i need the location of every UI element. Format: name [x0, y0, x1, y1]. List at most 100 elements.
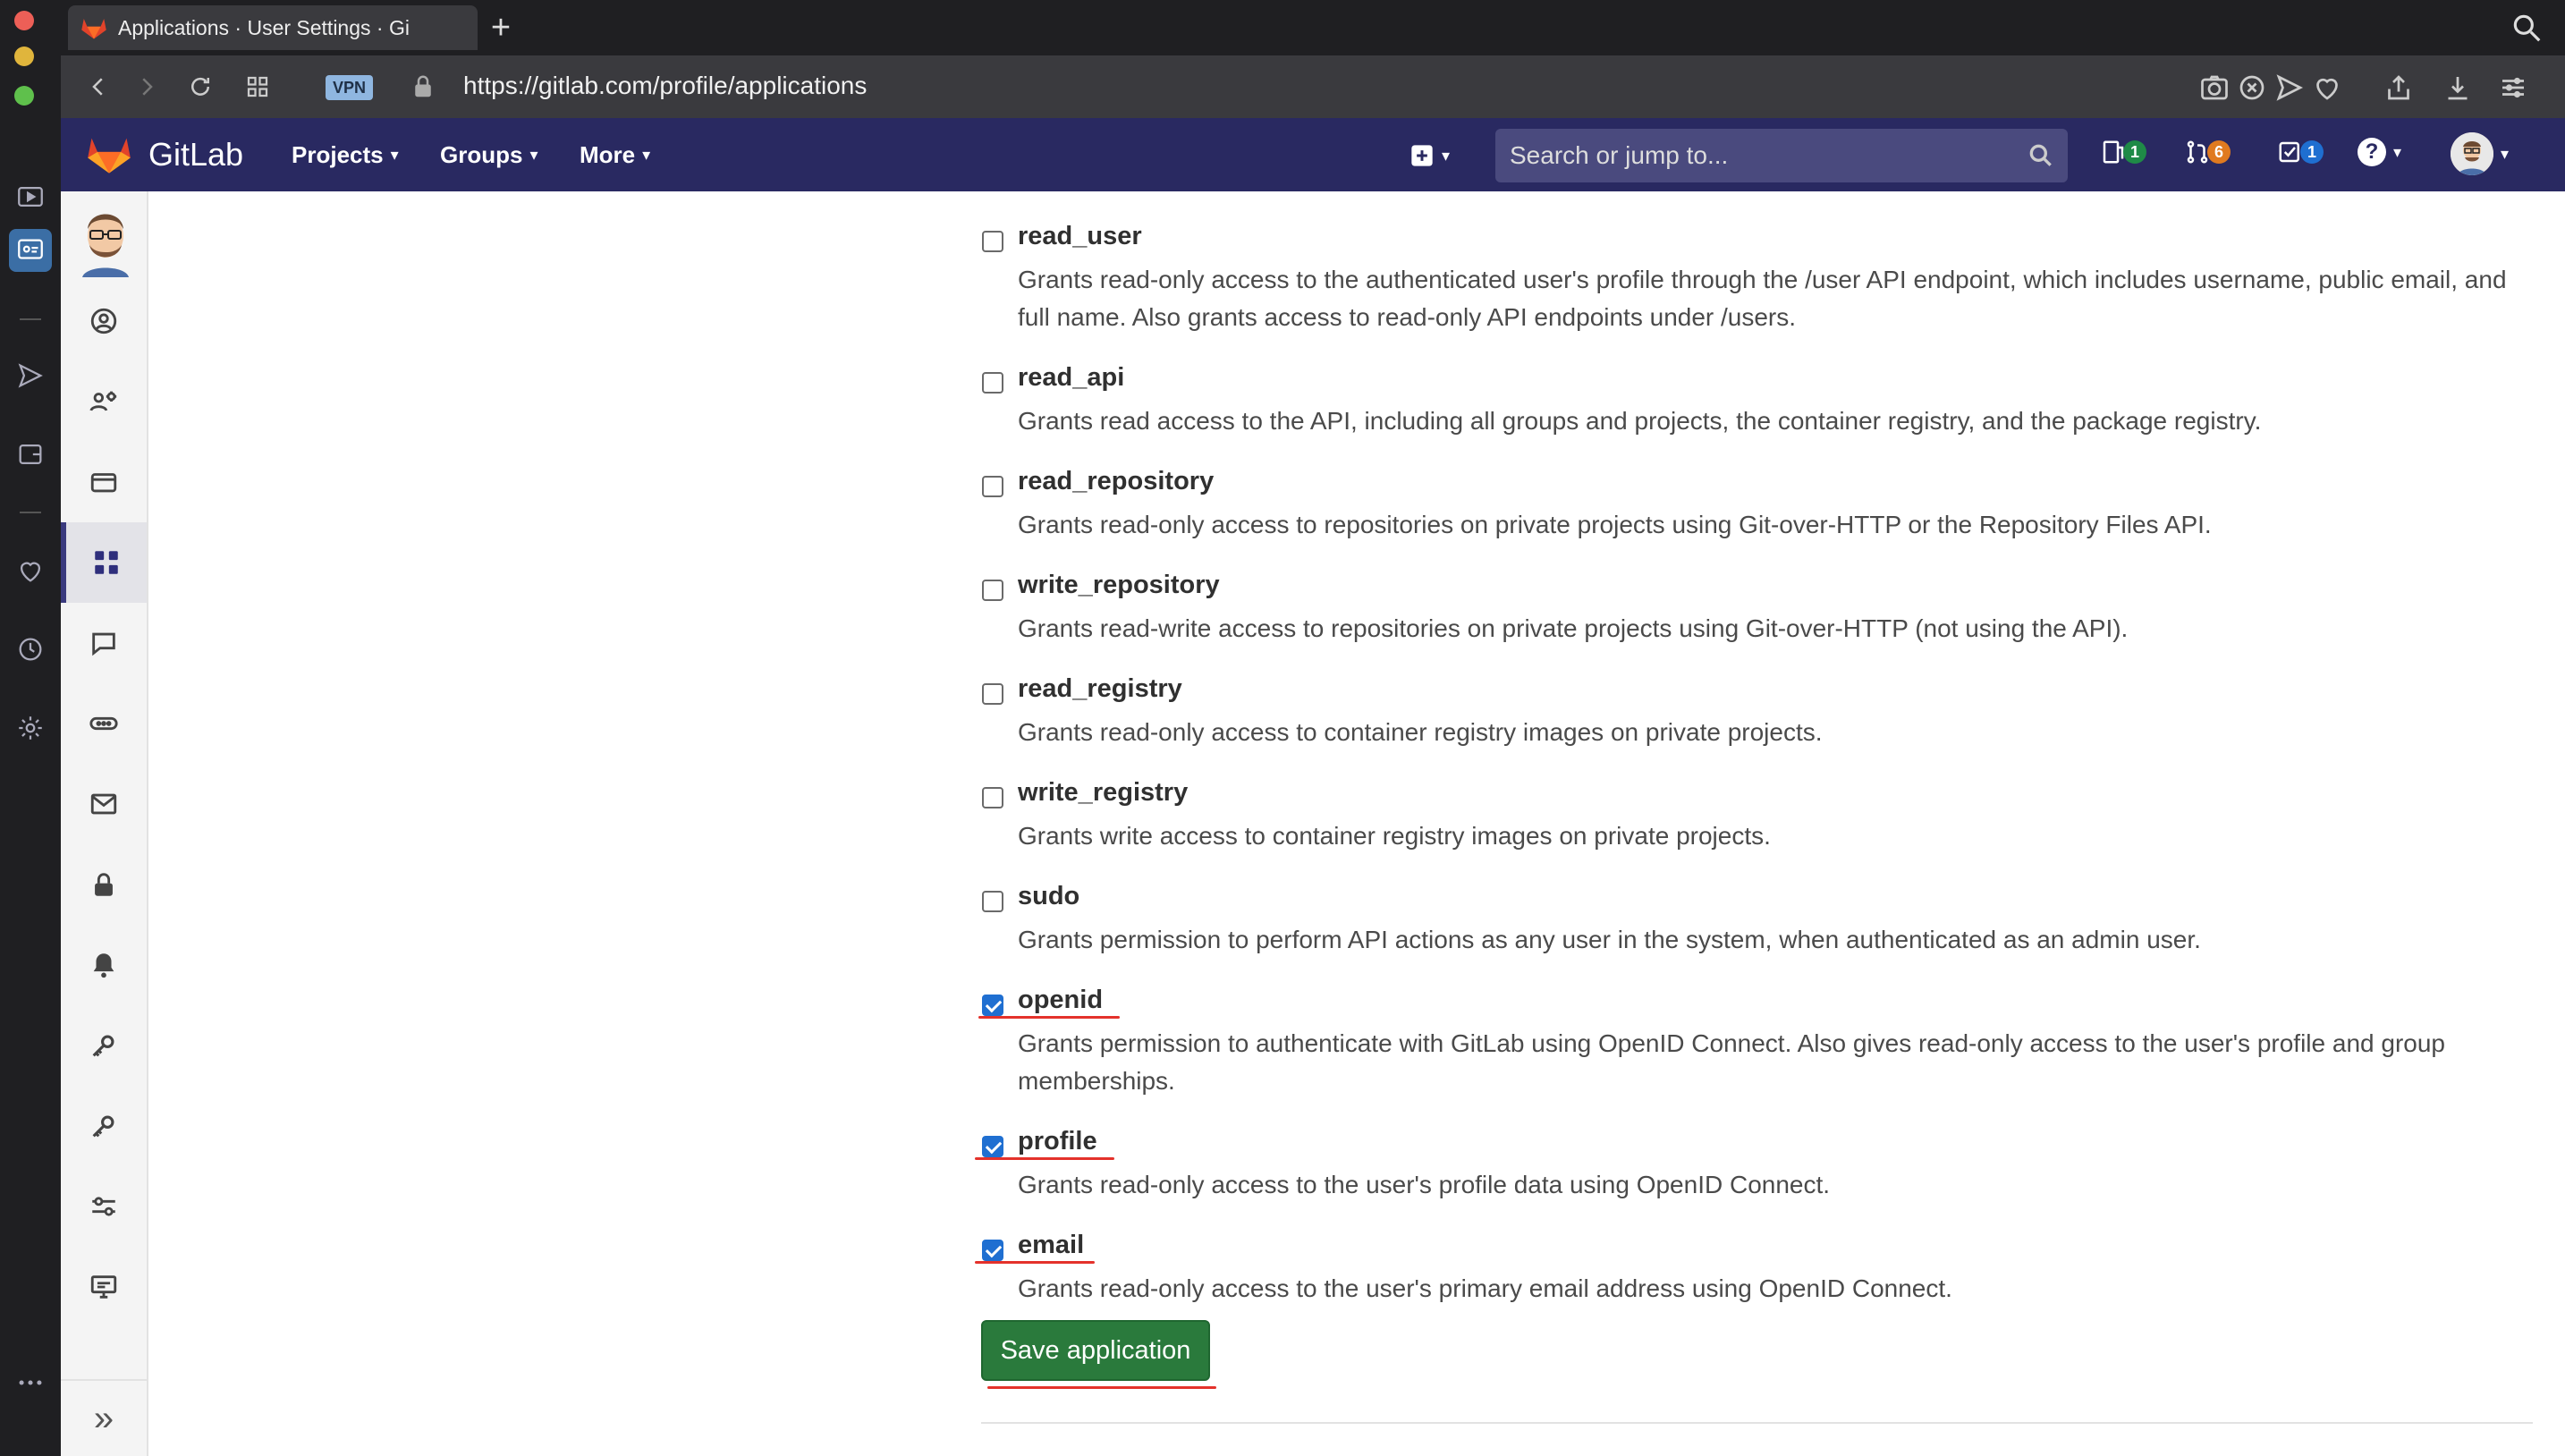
browser-sidebar	[0, 0, 61, 1456]
more-menu[interactable]: More ▾	[580, 141, 650, 169]
scope-label[interactable]: email	[1018, 1231, 1084, 1260]
monitor-icon	[90, 1275, 117, 1299]
adblock-icon[interactable]	[2236, 72, 2268, 104]
scope-checkbox[interactable]	[982, 372, 1003, 394]
annotation-underline	[975, 1261, 1095, 1264]
wallet-icon[interactable]	[9, 433, 52, 476]
sidebar-item-chat[interactable]	[61, 603, 147, 683]
sidebar-item-billing[interactable]	[61, 442, 147, 522]
sidebar-item-active-sessions[interactable]	[61, 1247, 147, 1327]
scope-label[interactable]: read_registry	[1018, 674, 1182, 704]
scope-label[interactable]: profile	[1018, 1127, 1097, 1156]
preferences-icon	[92, 1197, 115, 1216]
send-icon[interactable]	[9, 354, 52, 397]
settings-icon[interactable]	[9, 707, 52, 749]
help-dropdown[interactable]: ? ▾	[2358, 138, 2401, 166]
settings-sidebar: »	[61, 191, 148, 1456]
scope-description: Grants read-only access to the user's pr…	[1018, 1274, 1952, 1302]
scope-label[interactable]: write_registry	[1018, 778, 1188, 808]
send-to-flow-icon[interactable]	[2273, 72, 2306, 104]
user-settings-icon	[89, 391, 117, 411]
issues-badge: 1	[2123, 140, 2146, 164]
annotation-underline	[987, 1386, 1216, 1389]
bookmark-heart-icon[interactable]	[2311, 72, 2343, 104]
sidebar-item-gpg-keys[interactable]	[61, 1086, 147, 1166]
groups-menu-label: Groups	[440, 141, 523, 168]
minimize-window-button[interactable]	[14, 47, 34, 66]
chevron-down-icon: ▾	[390, 146, 399, 164]
url-field[interactable]: https://gitlab.com/profile/applications	[463, 72, 867, 100]
share-icon[interactable]	[2383, 72, 2415, 104]
scope-checkbox[interactable]	[982, 1240, 1003, 1261]
scope-checkbox[interactable]	[982, 1136, 1003, 1157]
save-application-button[interactable]: Save application	[981, 1320, 1210, 1381]
scope-checkbox[interactable]	[982, 995, 1003, 1016]
zoom-window-button[interactable]	[14, 86, 34, 106]
scope-label[interactable]: openid	[1018, 986, 1103, 1015]
key-icon	[92, 1035, 114, 1057]
sidebar-item-applications[interactable]	[61, 522, 147, 603]
history-icon[interactable]	[9, 628, 52, 671]
scope-checkbox[interactable]	[982, 891, 1003, 912]
scope-checkbox[interactable]	[982, 580, 1003, 601]
scope-checkbox[interactable]	[982, 787, 1003, 808]
heart-icon[interactable]	[9, 549, 52, 592]
vpn-badge[interactable]: VPN	[326, 75, 374, 100]
search-icon[interactable]	[2027, 141, 2055, 170]
sidebar-item-access-tokens[interactable]	[61, 683, 147, 764]
scope-label[interactable]: sudo	[1018, 882, 1079, 911]
scope-checkbox[interactable]	[982, 231, 1003, 252]
scope-description: Grants write access to container registr…	[1018, 822, 1771, 850]
scope-description: Grants read-only access to repositories …	[1018, 511, 2212, 538]
scope-label[interactable]: read_repository	[1018, 467, 1214, 496]
gitlab-brand[interactable]: GitLab	[148, 136, 243, 174]
search-box[interactable]	[1495, 129, 2068, 182]
new-tab-button[interactable]: +	[483, 11, 519, 47]
scope-description: Grants read-only access to the authentic…	[1018, 266, 2507, 331]
screen: Applications · User Settings · Gi + VPN …	[0, 0, 2565, 1456]
projects-menu[interactable]: Projects ▾	[292, 141, 399, 169]
scope-label[interactable]: read_user	[1018, 222, 1142, 251]
easy-setup-icon[interactable]	[2497, 72, 2529, 104]
user-avatar[interactable]	[79, 206, 132, 277]
more-icon[interactable]	[9, 1361, 52, 1404]
scope-checkbox[interactable]	[982, 683, 1003, 705]
chevron-down-icon: ▾	[2501, 144, 2510, 163]
back-button[interactable]	[80, 69, 116, 105]
sidebar-item-notifications[interactable]	[61, 925, 147, 1005]
sidebar-item-profile[interactable]	[61, 281, 147, 361]
messenger-icon[interactable]	[9, 229, 52, 272]
lock-icon[interactable]	[410, 72, 436, 102]
projects-menu-label: Projects	[292, 141, 384, 168]
groups-menu[interactable]: Groups ▾	[440, 141, 538, 169]
todos-counter[interactable]: 1	[2277, 138, 2324, 166]
tab-bar: Applications · User Settings · Gi +	[61, 0, 2565, 55]
address-bar: VPN https://gitlab.com/profile/applicati…	[61, 55, 2565, 118]
scope-label[interactable]: write_repository	[1018, 571, 1220, 600]
close-window-button[interactable]	[14, 11, 34, 30]
sidebar-item-ssh-keys[interactable]	[61, 1005, 147, 1086]
merge-requests-badge: 6	[2207, 140, 2231, 164]
search-input[interactable]	[1510, 129, 2011, 182]
forward-button[interactable]	[129, 69, 165, 105]
sidebar-item-password[interactable]	[61, 844, 147, 925]
search-tabs-icon[interactable]	[2510, 11, 2544, 45]
merge-requests-counter[interactable]: 6	[2184, 138, 2231, 166]
scope-checkbox[interactable]	[982, 476, 1003, 497]
reload-button[interactable]	[182, 69, 218, 105]
new-dropdown[interactable]: ▾	[1409, 140, 1463, 172]
user-menu[interactable]: ▾	[2451, 132, 2509, 175]
snapshot-icon[interactable]	[2198, 72, 2231, 104]
key-icon	[92, 1115, 114, 1138]
issues-counter[interactable]: 1	[2100, 138, 2146, 166]
sidebar-item-preferences[interactable]	[61, 1166, 147, 1247]
gitlab-logo-icon[interactable]	[86, 132, 132, 175]
sidebar-item-account[interactable]	[61, 361, 147, 442]
tabs-grid-button[interactable]	[240, 69, 275, 105]
sidebar-item-emails[interactable]	[61, 764, 147, 844]
browser-tab[interactable]: Applications · User Settings · Gi	[68, 5, 478, 50]
collapse-sidebar-button[interactable]: »	[61, 1379, 147, 1456]
player-icon[interactable]	[9, 175, 52, 218]
download-icon[interactable]	[2442, 72, 2474, 104]
scope-label[interactable]: read_api	[1018, 363, 1124, 393]
